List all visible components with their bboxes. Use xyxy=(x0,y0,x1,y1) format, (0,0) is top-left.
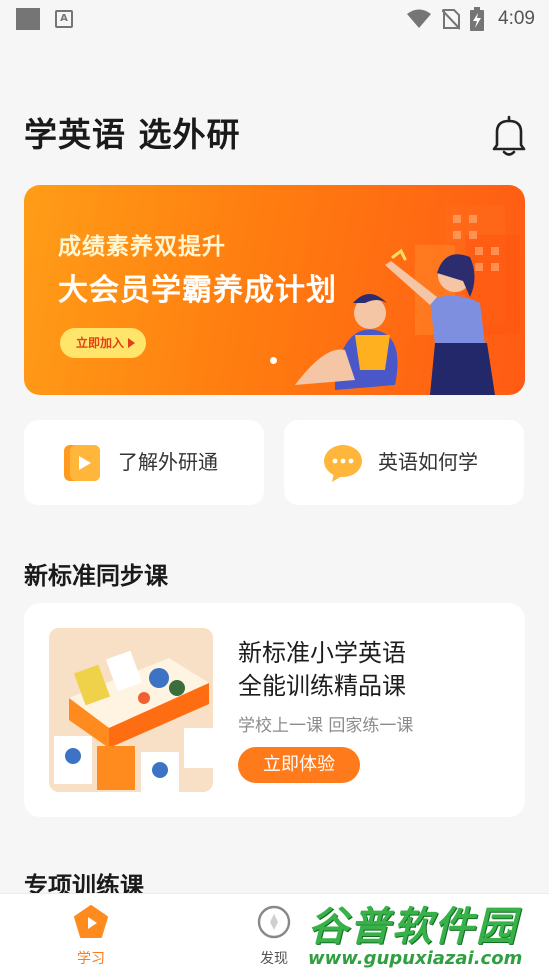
tab-study[interactable]: 学习 xyxy=(41,894,141,976)
status-icons: 4:09 xyxy=(406,7,535,31)
promo-banner[interactable]: 成绩素养双提升 大会员学霸养成计划 立即加入 xyxy=(24,185,525,395)
banner-subtitle: 成绩素养双提升 xyxy=(58,234,226,260)
join-now-button[interactable]: 立即加入 xyxy=(60,328,146,358)
course-title: 新标准小学英语 全能训练精品课 xyxy=(238,637,508,703)
wifi-icon xyxy=(407,9,432,28)
status-bar: A 4:09 xyxy=(0,0,549,40)
join-now-label: 立即加入 xyxy=(76,336,125,350)
site-watermark: 谷普软件园 www.gupuxiazai.com xyxy=(300,886,549,976)
compass-icon xyxy=(257,905,291,939)
carousel-indicator xyxy=(270,357,277,364)
notification-square-icon xyxy=(16,8,40,30)
page-title: 学英语 选外研 xyxy=(24,115,241,154)
watermark-url: www.gupuxiazai.com xyxy=(308,948,523,969)
chat-bubble-icon xyxy=(324,445,362,482)
app-badge-icon: A xyxy=(55,10,73,28)
battery-charging-icon xyxy=(470,7,485,31)
textbook-box-illustration xyxy=(49,628,213,792)
header: 学英语 选外研 xyxy=(24,108,529,162)
course-thumbnail xyxy=(49,628,213,792)
bell-icon[interactable] xyxy=(489,114,529,158)
course-card[interactable]: 新标准小学英语 全能训练精品课 学校上一课 回家练一课 立即体验 xyxy=(24,603,525,817)
quick-link-label: 了解外研通 xyxy=(118,450,218,474)
banner-title: 大会员学霸养成计划 xyxy=(58,273,337,308)
try-now-button[interactable]: 立即体验 xyxy=(238,747,360,783)
course-title-line1: 新标准小学英语 xyxy=(238,639,406,667)
tab-label: 学习 xyxy=(77,951,105,967)
watermark-text: 谷普软件园 xyxy=(308,904,518,950)
no-sim-icon xyxy=(442,9,461,30)
course-subtitle: 学校上一课 回家练一课 xyxy=(238,716,414,736)
clock: 4:09 xyxy=(498,8,535,29)
quick-link-label: 英语如何学 xyxy=(378,450,478,474)
study-pentagon-icon xyxy=(74,905,108,938)
play-icon xyxy=(64,445,100,481)
course-title-line2: 全能训练精品课 xyxy=(238,672,406,700)
section-title-sync-course: 新标准同步课 xyxy=(24,562,168,590)
quick-link-how-to-learn[interactable]: 英语如何学 xyxy=(284,420,524,505)
arrow-right-icon xyxy=(128,338,135,348)
quick-link-about[interactable]: 了解外研通 xyxy=(24,420,264,505)
